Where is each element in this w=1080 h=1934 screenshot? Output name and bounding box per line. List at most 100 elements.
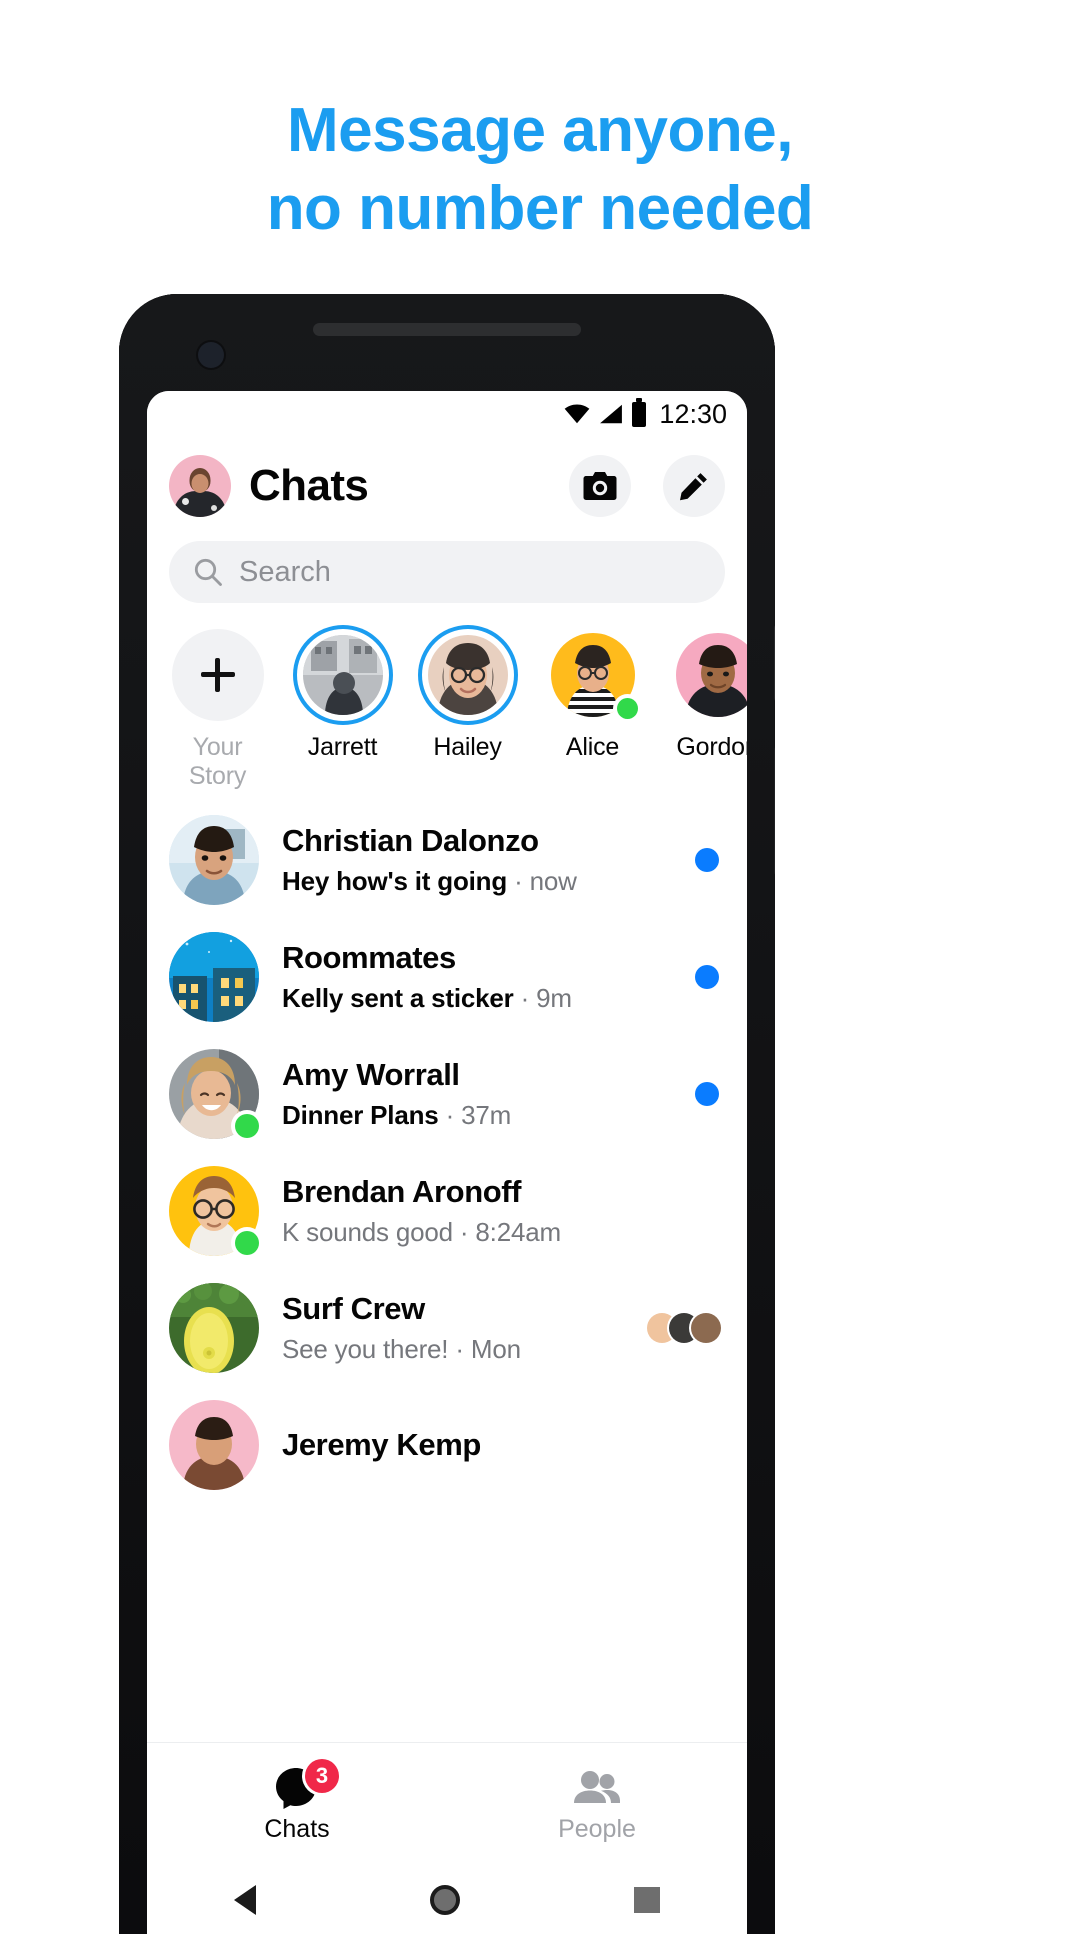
search-placeholder: Search — [239, 555, 331, 588]
chat-preview: Hey how's it going · now — [282, 866, 672, 897]
nav-tab-people[interactable]: People — [447, 1765, 747, 1844]
story-ring — [672, 629, 747, 721]
seen-avatar — [691, 1312, 721, 1343]
story-item-gordon[interactable]: Gordon — [665, 629, 747, 791]
story-label: Alice — [565, 733, 620, 761]
chat-preview: K sounds good · 8:24am — [282, 1217, 725, 1248]
story-ring — [297, 629, 389, 721]
unread-indicator — [695, 1081, 719, 1106]
avatar — [169, 1165, 259, 1256]
chat-separator: · — [459, 1216, 469, 1247]
story-label: Jarrett — [307, 733, 378, 761]
recents-button-icon[interactable] — [634, 1887, 660, 1913]
story-avatar — [675, 633, 747, 717]
chat-text: Amy Worrall Dinner Plans · 37m — [282, 1057, 672, 1131]
story-avatar — [427, 635, 508, 715]
story-ring — [547, 629, 639, 721]
avatar — [169, 814, 259, 905]
chat-name: Amy Worrall — [282, 1056, 460, 1092]
story-label: Gordon — [676, 733, 747, 761]
pencil-edit-icon — [680, 473, 707, 501]
chat-row[interactable]: Christian Dalonzo Hey how's it going · n… — [147, 801, 747, 918]
story-item-alice[interactable]: Alice — [540, 629, 645, 791]
chat-preview: See you there! · Mon — [282, 1334, 632, 1365]
story-item-hailey[interactable]: Hailey — [415, 629, 520, 791]
avatar — [169, 1048, 259, 1139]
avatar — [169, 1282, 259, 1373]
headline-line-1: Message anyone, — [287, 96, 793, 165]
chat-name: Christian Dalonzo — [282, 822, 539, 858]
story-label: Your Story — [188, 733, 247, 790]
online-status-indicator — [235, 1230, 259, 1255]
phone-body: 12:30 Chats Search Your Story Jarrett Ha… — [119, 294, 775, 1934]
chat-preview-text: K sounds good — [282, 1216, 453, 1247]
story-item-jarrett[interactable]: Jarrett — [290, 629, 395, 791]
search-icon — [194, 558, 222, 586]
story-label: Hailey — [433, 733, 502, 761]
people-icon — [447, 1765, 747, 1811]
headline-line-2: no number needed — [266, 174, 814, 244]
avatar — [169, 1399, 259, 1490]
chat-preview-text: Dinner Plans — [282, 1099, 439, 1130]
front-camera-icon — [198, 342, 224, 368]
story-ring — [422, 629, 514, 721]
cellular-signal-icon — [600, 404, 623, 424]
page-headline: Message anyone, no number needed — [0, 92, 1080, 248]
home-button-icon[interactable] — [430, 1885, 460, 1915]
chat-name: Surf Crew — [282, 1290, 425, 1326]
power-button[interactable] — [774, 624, 775, 702]
chat-separator: · — [520, 982, 530, 1013]
nav-tab-label: People — [558, 1815, 636, 1843]
plus-icon — [200, 658, 235, 692]
online-status-indicator — [616, 698, 638, 719]
compose-button[interactable] — [663, 455, 725, 517]
android-navigation-bar — [147, 1866, 747, 1934]
chat-time: Mon — [470, 1333, 521, 1364]
nav-tab-chats[interactable]: 3 Chats — [147, 1759, 447, 1844]
battery-icon — [632, 397, 647, 427]
chat-separator: · — [514, 865, 523, 896]
stories-row[interactable]: Your Story Jarrett Hailey Alice Gordo — [147, 603, 747, 791]
chat-preview: Dinner Plans · 37m — [282, 1100, 672, 1131]
chat-time: 9m — [536, 982, 572, 1013]
chat-preview: Kelly sent a sticker · 9m — [282, 983, 672, 1014]
chat-row[interactable]: Surf Crew See you there! · Mon — [147, 1269, 747, 1386]
add-story-button[interactable] — [171, 629, 264, 721]
unread-indicator — [695, 964, 719, 989]
chat-name: Roommates — [282, 939, 456, 975]
unread-indicator — [695, 847, 719, 872]
back-button-icon[interactable] — [234, 1885, 256, 1915]
chat-preview-text: See you there! — [282, 1333, 449, 1364]
story-avatar — [302, 635, 383, 715]
chat-time: now — [529, 865, 577, 896]
volume-button[interactable] — [774, 746, 775, 876]
camera-icon — [583, 472, 617, 500]
story-item-your-story[interactable]: Your Story — [165, 629, 270, 791]
chat-bubble-icon: 3 — [147, 1759, 447, 1811]
chat-preview-text: Kelly sent a sticker — [282, 982, 514, 1013]
chat-row[interactable]: Brendan Aronoff K sounds good · 8:24am — [147, 1152, 747, 1269]
search-input[interactable]: Search — [169, 541, 725, 603]
chat-text: Brendan Aronoff K sounds good · 8:24am — [282, 1174, 725, 1248]
camera-button[interactable] — [569, 455, 631, 517]
chat-separator: · — [455, 1333, 464, 1364]
chat-text: Roommates Kelly sent a sticker · 9m — [282, 940, 672, 1014]
chat-row[interactable]: Amy Worrall Dinner Plans · 37m — [147, 1035, 747, 1152]
profile-avatar[interactable] — [169, 455, 231, 517]
app-header: Chats — [147, 437, 747, 535]
phone-screen: 12:30 Chats Search Your Story Jarrett Ha… — [147, 391, 747, 1934]
chat-list: Christian Dalonzo Hey how's it going · n… — [147, 791, 747, 1503]
earpiece-speaker-icon — [313, 323, 581, 336]
status-bar: 12:30 — [147, 391, 747, 437]
chat-text: Christian Dalonzo Hey how's it going · n… — [282, 823, 672, 897]
chat-name: Brendan Aronoff — [282, 1173, 522, 1209]
avatar — [169, 931, 259, 1022]
search-section: Search — [147, 535, 747, 603]
chat-row[interactable]: Roommates Kelly sent a sticker · 9m — [147, 918, 747, 1035]
chat-row[interactable]: Jeremy Kemp — [147, 1386, 747, 1503]
chat-preview-text: Hey how's it going — [282, 865, 508, 896]
wifi-icon — [565, 404, 590, 424]
chat-name: Jeremy Kemp — [282, 1426, 481, 1462]
status-bar-clock: 12:30 — [659, 398, 727, 429]
chat-text: Surf Crew See you there! · Mon — [282, 1291, 632, 1365]
